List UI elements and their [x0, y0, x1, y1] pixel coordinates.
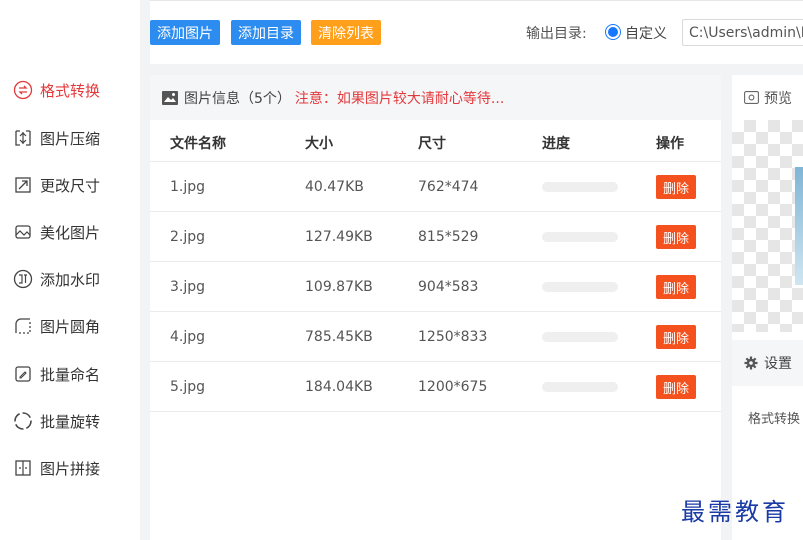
sidebar-item-batch-rename[interactable]: 批量命名 [12, 360, 100, 388]
sidebar-item-label: 批量旋转 [40, 412, 101, 431]
file-size: 785.45KB [305, 329, 373, 345]
sidebar-item-watermark[interactable]: 添加水印 [12, 265, 100, 293]
beautify-icon [12, 221, 34, 243]
settings-title: 设置 [764, 356, 792, 372]
preview-icon [744, 91, 759, 104]
preview-image [795, 167, 803, 285]
watermark-text: 最需教育 [681, 498, 789, 526]
resize-icon [12, 174, 34, 196]
sidebar-item-stitch[interactable]: 图片拼接 [12, 454, 100, 482]
toolbar: 添加图片 添加目录 清除列表 输出目录: 自定义 [150, 0, 803, 64]
rounded-corner-icon [12, 315, 34, 337]
sidebar-item-label: 格式转换 [40, 81, 101, 100]
preview-title: 预览 [764, 90, 792, 107]
file-name: 4.jpg [170, 329, 206, 345]
panel-title: 图片信息（5个） [184, 90, 291, 107]
rename-icon [12, 363, 34, 385]
sidebar-item-batch-rotate[interactable]: 批量旋转 [12, 407, 100, 435]
file-dims: 1250*833 [418, 329, 488, 345]
file-name: 3.jpg [170, 279, 206, 295]
output-path-input[interactable] [682, 19, 803, 46]
custom-radio-label[interactable]: 自定义 [625, 23, 667, 43]
settings-header: 设置 [732, 340, 803, 386]
rotate-icon [12, 410, 34, 432]
sidebar: 格式转换 图片压缩 更改尺寸 美化图片 添加水印 图片圆角 批量命名 批量旋转 … [0, 0, 140, 540]
custom-radio[interactable] [605, 24, 621, 40]
add-image-button[interactable]: 添加图片 [150, 20, 220, 45]
file-dims: 815*529 [418, 229, 479, 245]
sidebar-item-format-convert[interactable]: 格式转换 [12, 76, 100, 104]
progress-bar [542, 382, 618, 392]
table-row: 1.jpg 40.47KB 762*474 删除 [150, 162, 721, 212]
progress-bar [542, 182, 618, 192]
swap-icon [12, 79, 34, 101]
delete-button[interactable]: 删除 [656, 375, 697, 399]
delete-button[interactable]: 删除 [656, 225, 697, 249]
progress-bar [542, 232, 618, 242]
watermark-icon [12, 268, 34, 290]
sidebar-divider [140, 0, 150, 540]
settings-format-label: 格式转换 [748, 412, 801, 427]
col-size: 大小 [305, 136, 333, 152]
file-size: 109.87KB [305, 279, 373, 295]
delete-button[interactable]: 删除 [656, 275, 697, 299]
sidebar-item-label: 图片圆角 [40, 317, 101, 336]
file-size: 127.49KB [305, 229, 373, 245]
file-dims: 762*474 [418, 179, 479, 195]
sidebar-item-rounded-corner[interactable]: 图片圆角 [12, 312, 100, 340]
col-name: 文件名称 [170, 136, 226, 152]
panel-gap [721, 75, 732, 540]
image-icon [162, 90, 178, 105]
preview-header: 预览 [732, 75, 803, 120]
sidebar-item-compress[interactable]: 图片压缩 [12, 124, 100, 152]
output-dir-label: 输出目录: [526, 26, 587, 42]
gear-icon [744, 356, 758, 370]
delete-button[interactable]: 删除 [656, 325, 697, 349]
sidebar-item-label: 图片压缩 [40, 129, 101, 148]
progress-bar [542, 332, 618, 342]
stitch-icon [12, 457, 34, 479]
table-header: 文件名称 大小 尺寸 进度 操作 [150, 120, 721, 162]
sidebar-item-label: 批量命名 [40, 365, 101, 384]
sidebar-item-label: 美化图片 [40, 223, 101, 242]
table-row: 3.jpg 109.87KB 904*583 删除 [150, 262, 721, 312]
preview-panel: 预览 [732, 75, 803, 333]
table-row: 2.jpg 127.49KB 815*529 删除 [150, 212, 721, 262]
sidebar-item-label: 图片拼接 [40, 459, 101, 478]
table-row: 4.jpg 785.45KB 1250*833 删除 [150, 312, 721, 362]
file-name: 5.jpg [170, 379, 206, 395]
toolbar-gap [150, 64, 803, 75]
file-dims: 904*583 [418, 279, 479, 295]
sidebar-item-label: 更改尺寸 [40, 176, 101, 195]
panel-note: 注意：如果图片较大请耐心等待... [294, 90, 505, 107]
sidebar-item-resize[interactable]: 更改尺寸 [12, 171, 100, 199]
add-folder-button[interactable]: 添加目录 [231, 20, 301, 45]
compress-icon [12, 127, 34, 149]
table-row: 5.jpg 184.04KB 1200*675 删除 [150, 362, 721, 412]
col-progress: 进度 [542, 136, 570, 152]
file-size: 40.47KB [305, 179, 364, 195]
panel-header: 图片信息（5个） 注意：如果图片较大请耐心等待... [150, 75, 721, 120]
clear-list-button[interactable]: 清除列表 [311, 20, 381, 45]
delete-button[interactable]: 删除 [656, 175, 697, 199]
sidebar-item-label: 添加水印 [40, 270, 101, 289]
sidebar-item-beautify[interactable]: 美化图片 [12, 218, 100, 246]
col-dims: 尺寸 [418, 136, 446, 152]
preview-canvas [732, 120, 803, 332]
file-list-panel: 图片信息（5个） 注意：如果图片较大请耐心等待... 文件名称 大小 尺寸 进度… [150, 75, 721, 540]
file-name: 2.jpg [170, 229, 206, 245]
file-size: 184.04KB [305, 379, 373, 395]
progress-bar [542, 282, 618, 292]
file-dims: 1200*675 [418, 379, 488, 395]
col-action: 操作 [656, 136, 684, 152]
file-name: 1.jpg [170, 179, 206, 195]
